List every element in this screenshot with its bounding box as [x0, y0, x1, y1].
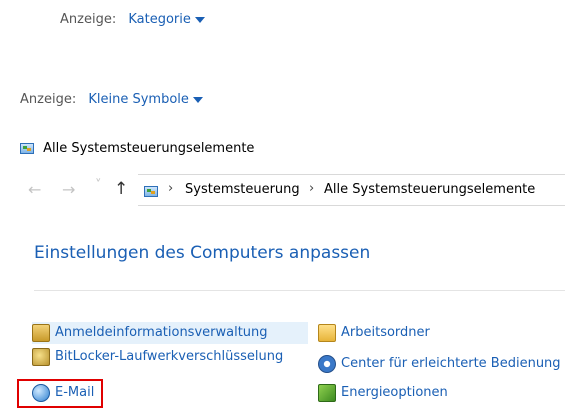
breadcrumb-systemsteuerung[interactable]: Systemsteuerung [185, 182, 300, 197]
item-work-folders[interactable]: Arbeitsordner [318, 322, 430, 344]
breadcrumb-separator: › [309, 181, 315, 196]
item-power-options[interactable]: Energieoptionen [318, 382, 448, 404]
item-label: Arbeitsordner [341, 325, 430, 340]
divider [34, 290, 565, 291]
control-panel-icon [20, 143, 34, 154]
view-selector-small-icons: Anzeige: Kleine Symbole [20, 92, 203, 107]
chevron-down-icon [194, 16, 205, 23]
view-label: Anzeige: [20, 92, 77, 107]
view-dropdown[interactable]: Kategorie [128, 12, 205, 27]
control-panel-icon [144, 186, 158, 197]
breadcrumb-all-items[interactable]: Alle Systemsteuerungselemente [324, 182, 535, 197]
view-label: Anzeige: [60, 12, 117, 27]
forward-arrow-icon[interactable]: → [62, 180, 75, 199]
item-ease-of-access[interactable]: Center für erleichterte Bedienung [318, 353, 561, 375]
power-options-icon [318, 383, 336, 402]
view-dropdown-value: Kategorie [128, 12, 191, 27]
item-label: Energieoptionen [341, 385, 448, 400]
item-label: BitLocker-Laufwerkverschlüsselung [55, 349, 284, 364]
view-selector-category: Anzeige: Kategorie [60, 12, 205, 27]
item-credential-manager[interactable]: Anmeldeinformationsverwaltung [32, 322, 308, 344]
view-dropdown-value: Kleine Symbole [88, 92, 189, 107]
credential-manager-icon [32, 323, 50, 342]
up-arrow-icon[interactable]: ↑ [114, 179, 128, 199]
window-title: Alle Systemsteuerungselemente [20, 141, 254, 156]
item-label: Center für erleichterte Bedienung [341, 356, 561, 371]
item-label: Anmeldeinformationsverwaltung [55, 325, 268, 340]
work-folders-icon [318, 323, 336, 342]
annotation-highlight-box [17, 379, 103, 408]
page-heading: Einstellungen des Computers anpassen [34, 243, 371, 263]
window-title-text: Alle Systemsteuerungselemente [43, 141, 255, 156]
breadcrumb-separator: › [168, 181, 174, 196]
address-input[interactable]: › Systemsteuerung › Alle Systemsteuerung… [138, 174, 565, 206]
navigation-bar: ← → ˅ ↑ › Systemsteuerung › Alle Systems… [0, 171, 565, 209]
bitlocker-icon [32, 347, 50, 366]
back-arrow-icon[interactable]: ← [28, 180, 41, 199]
ease-of-access-icon [318, 354, 336, 373]
item-bitlocker[interactable]: BitLocker-Laufwerkverschlüsselung [32, 346, 283, 368]
chevron-down-icon [192, 96, 203, 103]
view-dropdown[interactable]: Kleine Symbole [88, 92, 203, 107]
recent-locations-icon[interactable]: ˅ [95, 178, 102, 193]
